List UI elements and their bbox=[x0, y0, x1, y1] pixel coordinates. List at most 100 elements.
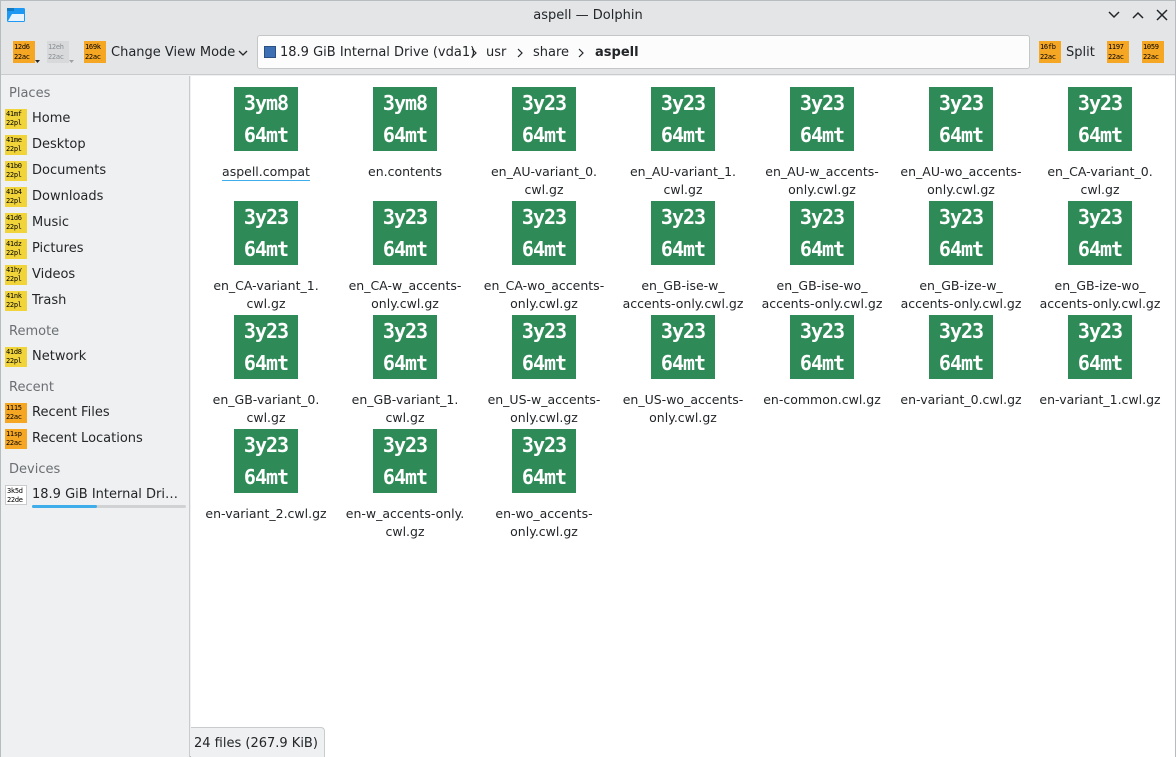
sidebar-item-desktop[interactable]: 41me 22pl Desktop bbox=[5, 133, 187, 157]
file-name: en_AU-variant_0. cwl.gz bbox=[490, 164, 598, 197]
file-name: en_US-w_accents-only.cwl.gz bbox=[487, 392, 601, 425]
sidebar-item-label: Network bbox=[32, 349, 87, 364]
close-icon[interactable] bbox=[1154, 7, 1170, 23]
split-button[interactable]: 16fb 22ac Split bbox=[1036, 35, 1098, 71]
file-name: en_CA-variant_1. cwl.gz bbox=[213, 278, 319, 311]
videos-icon: 41hy 22pl bbox=[5, 265, 27, 285]
sidebar-item-music[interactable]: 41d6 22pl Music bbox=[5, 211, 187, 235]
section-remote: Remote bbox=[9, 324, 60, 339]
breadcrumb-drive[interactable]: 18.9 GiB Internal Drive (vda1) bbox=[280, 45, 475, 60]
file-item[interactable]: 3y23 64mt en_CA-w_accents-only.cwl.gz bbox=[339, 201, 471, 311]
file-name: en_CA-w_accents-only.cwl.gz bbox=[348, 278, 462, 311]
hamburger-menu-icon[interactable]: 1059 22ac bbox=[1142, 41, 1164, 63]
forward-icon[interactable]: 12eh 22ac bbox=[47, 41, 69, 63]
file-item[interactable]: 3y23 64mt en_AU-w_accents-only.cwl.gz bbox=[756, 87, 888, 197]
file-item[interactable]: 3y23 64mt en_GB-ize-w_ accents-only.cwl.gz bbox=[895, 201, 1027, 311]
file-thumbnail-icon: 3y23 64mt bbox=[790, 315, 854, 379]
file-name: en_US-wo_accents-only.cwl.gz bbox=[622, 392, 744, 425]
back-icon[interactable]: 12d6 22ac bbox=[13, 41, 35, 63]
sidebar-item-home[interactable]: 41mf 22pl Home bbox=[5, 107, 187, 131]
file-thumbnail-icon: 3y23 64mt bbox=[1068, 315, 1132, 379]
file-thumbnail-icon: 3y23 64mt bbox=[373, 429, 437, 493]
sidebar-item-recent-locations[interactable]: 11sp 22ac Recent Locations bbox=[5, 427, 187, 451]
file-thumbnail-icon: 3y23 64mt bbox=[512, 429, 576, 493]
file-item[interactable]: 3y23 64mt en_AU-variant_1. cwl.gz bbox=[617, 87, 749, 197]
sidebar-item-trash[interactable]: 41nk 22pl Trash bbox=[5, 289, 187, 313]
section-recent: Recent bbox=[9, 380, 54, 395]
change-view-mode-button[interactable]: 169k 22ac Change View Mode bbox=[81, 35, 253, 71]
breadcrumb-current[interactable]: aspell bbox=[595, 45, 639, 60]
file-thumbnail-icon: 3y23 64mt bbox=[512, 87, 576, 151]
breadcrumb-usr[interactable]: usr bbox=[486, 45, 506, 60]
file-item[interactable]: 3ym8 64mt en.contents bbox=[339, 87, 471, 187]
breadcrumb-share[interactable]: share bbox=[533, 45, 569, 60]
file-thumbnail-icon: 3ym8 64mt bbox=[373, 87, 437, 151]
file-item[interactable]: 3y23 64mt en_AU-wo_accents-only.cwl.gz bbox=[895, 87, 1027, 197]
sidebar-item-label: Downloads bbox=[32, 189, 104, 204]
file-item[interactable]: 3y23 64mt en_GB-variant_1. cwl.gz bbox=[339, 315, 471, 425]
file-item[interactable]: 3y23 64mt en_US-wo_accents-only.cwl.gz bbox=[617, 315, 749, 425]
sidebar-item-network[interactable]: 41d8 22pl Network bbox=[5, 345, 187, 369]
file-name: en-common.cwl.gz bbox=[763, 392, 881, 407]
breadcrumb[interactable]: 18.9 GiB Internal Drive (vda1) usr share… bbox=[257, 35, 1030, 69]
file-thumbnail-icon: 3y23 64mt bbox=[234, 201, 298, 265]
sidebar-item-label: Desktop bbox=[32, 137, 86, 152]
change-view-mode-label: Change View Mode bbox=[111, 45, 236, 60]
sidebar-item-recent-files[interactable]: 1115 22ac Recent Files bbox=[5, 401, 187, 425]
file-item[interactable]: 3y23 64mt en_GB-ize-wo_ accents-only.cwl.gz bbox=[1034, 201, 1166, 311]
file-name: en_GB-ise-w_ accents-only.cwl.gz bbox=[622, 278, 744, 311]
file-view[interactable]: 3ym8 64mt aspell.compat 3ym8 64mt en.contents… bbox=[191, 76, 1175, 757]
file-item[interactable]: 3y23 64mt en_CA-variant_1. cwl.gz bbox=[200, 201, 332, 311]
chevron-right-icon bbox=[517, 48, 523, 58]
forward-dropdown-icon[interactable] bbox=[69, 59, 74, 64]
title-bar[interactable]: aspell — Dolphin bbox=[1, 1, 1175, 31]
file-item[interactable]: 3y23 64mt en_GB-ise-wo_ accents-only.cwl.gz bbox=[756, 201, 888, 311]
chevron-down-icon bbox=[238, 50, 248, 56]
search-icon[interactable]: 1197 22ac bbox=[1107, 41, 1129, 63]
file-thumbnail-icon: 3ym8 64mt bbox=[234, 87, 298, 151]
sidebar-item-pictures[interactable]: 41dz 22pl Pictures bbox=[5, 237, 187, 261]
file-thumbnail-icon: 3y23 64mt bbox=[234, 429, 298, 493]
maximize-icon[interactable] bbox=[1130, 7, 1146, 23]
file-item[interactable]: 3y23 64mt en_CA-variant_0. cwl.gz bbox=[1034, 87, 1166, 197]
file-name: en-w_accents-only. cwl.gz bbox=[345, 506, 465, 539]
file-item[interactable]: 3y23 64mt en-wo_accents-only.cwl.gz bbox=[478, 429, 610, 539]
file-item[interactable]: 3y23 64mt en-variant_2.cwl.gz bbox=[200, 429, 332, 529]
file-item[interactable]: 3y23 64mt en-w_accents-only. cwl.gz bbox=[339, 429, 471, 539]
file-name: en-variant_1.cwl.gz bbox=[1039, 392, 1161, 407]
file-thumbnail-icon: 3y23 64mt bbox=[929, 201, 993, 265]
file-item[interactable]: 3y23 64mt en-common.cwl.gz bbox=[756, 315, 888, 415]
file-item[interactable]: 3ym8 64mt aspell.compat bbox=[200, 87, 332, 187]
file-thumbnail-icon: 3y23 64mt bbox=[512, 201, 576, 265]
file-item[interactable]: 3y23 64mt en_AU-variant_0. cwl.gz bbox=[478, 87, 610, 197]
back-dropdown-icon[interactable] bbox=[35, 59, 40, 64]
trash-icon: 41nk 22pl bbox=[5, 291, 27, 311]
file-item[interactable]: 3y23 64mt en_US-w_accents-only.cwl.gz bbox=[478, 315, 610, 425]
sidebar-item-18-9-gib-internal-drive[interactable]: 3k5d 22de 18.9 GiB Internal Drive ... bbox=[5, 483, 187, 508]
sidebar-item-videos[interactable]: 41hy 22pl Videos bbox=[5, 263, 187, 287]
file-thumbnail-icon: 3y23 64mt bbox=[929, 315, 993, 379]
file-thumbnail-icon: 3y23 64mt bbox=[234, 315, 298, 379]
sidebar-item-label: Videos bbox=[32, 267, 76, 282]
file-thumbnail-icon: 3y23 64mt bbox=[651, 87, 715, 151]
file-name: en_GB-ize-w_ accents-only.cwl.gz bbox=[900, 278, 1022, 311]
dolphin-window: aspell — Dolphin 12d6 22ac 12eh 22ac 169… bbox=[0, 0, 1176, 757]
file-name: aspell.compat bbox=[222, 164, 310, 179]
file-name: en_GB-ize-wo_ accents-only.cwl.gz bbox=[1039, 278, 1161, 311]
sidebar-item-label: Recent Files bbox=[32, 405, 110, 420]
documents-icon: 41b0 22pl bbox=[5, 161, 27, 181]
file-item[interactable]: 3y23 64mt en_GB-variant_0. cwl.gz bbox=[200, 315, 332, 425]
sidebar-item-documents[interactable]: 41b0 22pl Documents bbox=[5, 159, 187, 183]
downloads-icon: 41b4 22pl bbox=[5, 187, 27, 207]
file-item[interactable]: 3y23 64mt en-variant_0.cwl.gz bbox=[895, 315, 1027, 415]
music-icon: 41d6 22pl bbox=[5, 213, 27, 233]
minimize-icon[interactable] bbox=[1106, 7, 1122, 23]
file-thumbnail-icon: 3y23 64mt bbox=[929, 87, 993, 151]
file-thumbnail-icon: 3y23 64mt bbox=[373, 201, 437, 265]
sidebar-item-downloads[interactable]: 41b4 22pl Downloads bbox=[5, 185, 187, 209]
file-item[interactable]: 3y23 64mt en_GB-ise-w_ accents-only.cwl.gz bbox=[617, 201, 749, 311]
pictures-icon: 41dz 22pl bbox=[5, 239, 27, 259]
file-item[interactable]: 3y23 64mt en_CA-wo_accents-only.cwl.gz bbox=[478, 201, 610, 311]
recent-files-icon: 1115 22ac bbox=[5, 403, 27, 423]
file-item[interactable]: 3y23 64mt en-variant_1.cwl.gz bbox=[1034, 315, 1166, 415]
